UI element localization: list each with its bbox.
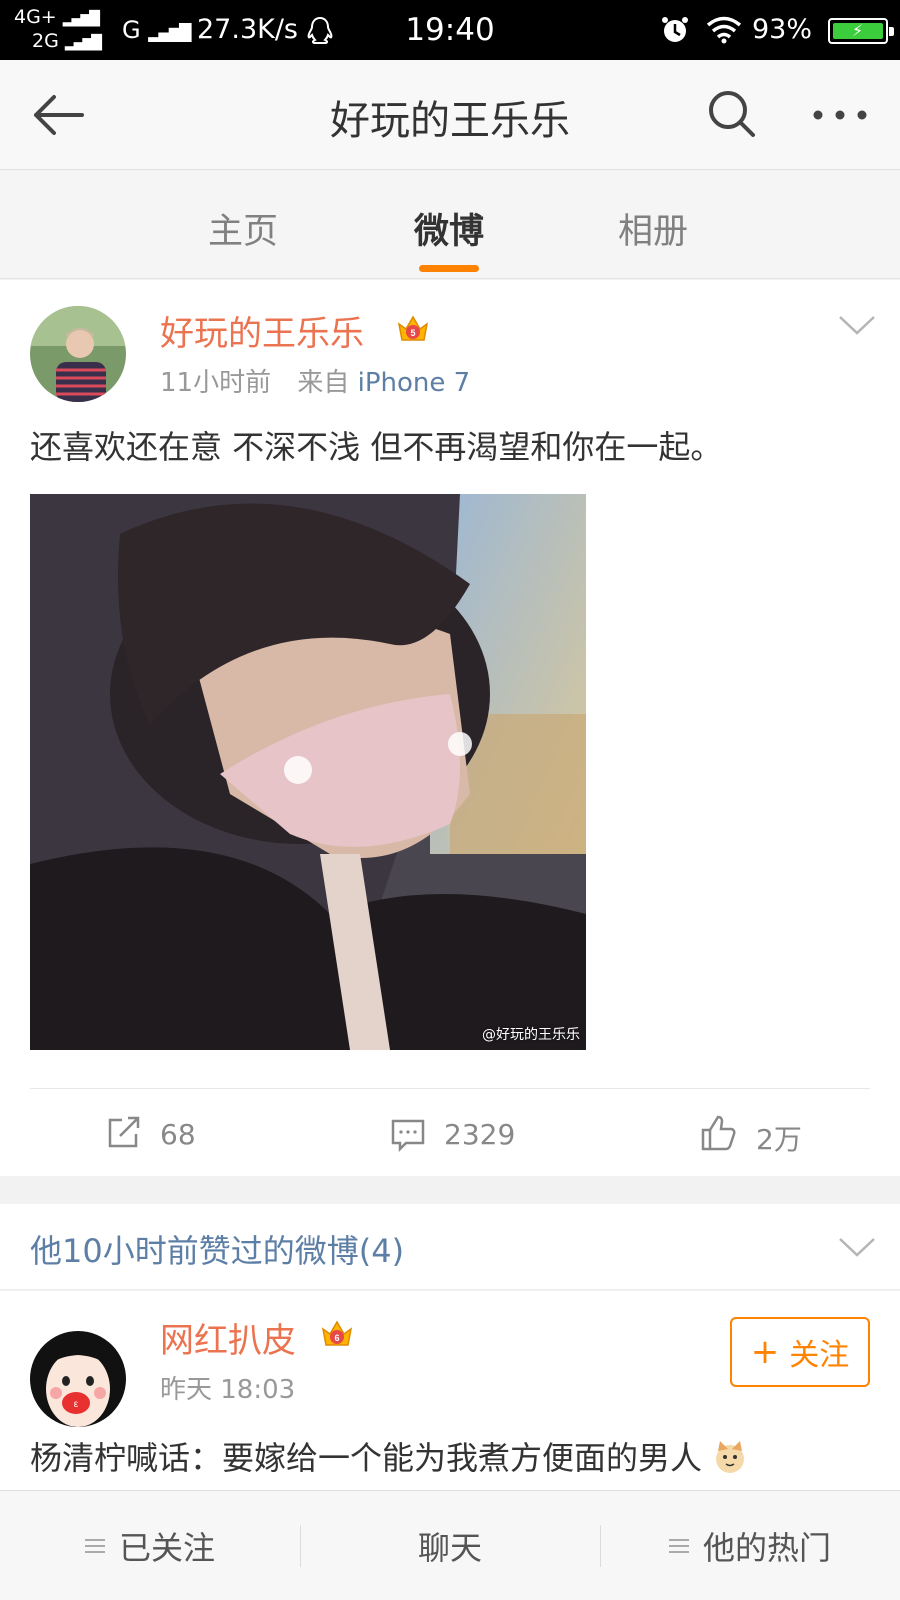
- menu-icon: [668, 1535, 689, 1557]
- post-username[interactable]: 好玩的王乐乐: [160, 306, 364, 355]
- hot-posts-button[interactable]: 他的热门: [600, 1491, 900, 1600]
- nav-bar: 好玩的王乐乐: [0, 60, 900, 170]
- liked-post-text: 杨清柠喊话：要嫁给一个能为我煮方便面的男人: [30, 1433, 748, 1479]
- more-icon[interactable]: [810, 100, 870, 130]
- image-watermark: @好玩的王乐乐: [482, 1027, 580, 1043]
- post-image[interactable]: @好玩的王乐乐: [30, 494, 586, 1050]
- liked-post-card: ε 网红扒皮 6 昨天 18:03 + 关注 杨清柠喊话：要嫁给一个能为我煮方便…: [0, 1291, 900, 1491]
- vip-crown-icon: 6: [321, 1320, 353, 1346]
- menu-icon: [84, 1535, 105, 1557]
- status-bar: 4G+ ▂▄▆█ 2G ▂▄▆█ G ▂▄▆█ 27.3K/s 19:40 93…: [0, 0, 900, 60]
- post-meta: 11小时前 来自 iPhone 7: [160, 362, 470, 399]
- svg-text:ε: ε: [74, 1399, 79, 1410]
- chevron-down-icon[interactable]: [838, 1236, 876, 1258]
- battery-percent: 93%: [752, 14, 813, 45]
- liked-post-time: 昨天 18:03: [160, 1375, 296, 1405]
- vip-crown-icon: 5: [397, 315, 429, 341]
- wifi-icon: [706, 16, 742, 44]
- page-title: 好玩的王乐乐: [330, 98, 570, 144]
- chat-button[interactable]: 聊天: [300, 1491, 600, 1600]
- divider: [30, 1088, 870, 1089]
- thumbs-up-icon: [701, 1115, 736, 1151]
- plus-icon: +: [750, 1332, 780, 1372]
- svg-text:6: 6: [334, 1333, 339, 1343]
- comment-count: 2329: [444, 1118, 516, 1151]
- avatar[interactable]: ε: [30, 1331, 126, 1427]
- profile-tabs: 主页 微博 相册: [0, 171, 900, 279]
- follow-button[interactable]: + 关注: [730, 1317, 870, 1387]
- follow-label: 关注: [789, 1338, 850, 1373]
- comment-icon: [391, 1119, 425, 1152]
- tab-weibo[interactable]: 微博: [414, 203, 484, 254]
- post-text: 还喜欢还在意 不深不浅 但不再渴望和你在一起。: [30, 428, 723, 466]
- bottom-action-bar: 已关注 聊天 他的热门: [0, 1490, 900, 1600]
- hot-posts-label: 他的热门: [702, 1529, 831, 1567]
- liked-post-username[interactable]: 网红扒皮: [160, 1313, 296, 1362]
- battery-icon: ⚡: [828, 18, 894, 44]
- alarm-icon: [662, 17, 688, 42]
- search-icon[interactable]: [706, 88, 758, 140]
- chevron-down-icon[interactable]: [838, 314, 876, 336]
- avatar[interactable]: [30, 306, 126, 402]
- post-source[interactable]: iPhone 7: [358, 368, 471, 398]
- like-count: 2万: [756, 1123, 802, 1156]
- post-card: 好玩的王乐乐 5 11小时前 来自 iPhone 7 还喜欢还在意 不深不浅 但…: [0, 280, 900, 1176]
- tab-home[interactable]: 主页: [208, 203, 278, 254]
- post-time: 11小时前: [160, 368, 272, 398]
- source-prefix: 来自: [297, 368, 350, 398]
- repost-icon: [108, 1116, 140, 1148]
- following-button[interactable]: 已关注: [0, 1491, 300, 1600]
- cat-emoji-icon: [716, 1441, 745, 1473]
- repost-count: 68: [160, 1118, 196, 1151]
- chat-label: 聊天: [417, 1529, 482, 1567]
- liked-posts-title[interactable]: 他10小时前赞过的微博(4): [30, 1226, 404, 1272]
- liked-posts-header[interactable]: 他10小时前赞过的微博(4): [0, 1204, 900, 1290]
- svg-text:5: 5: [410, 328, 415, 338]
- tab-active-indicator: [419, 265, 479, 272]
- tab-album[interactable]: 相册: [618, 203, 688, 254]
- following-label: 已关注: [118, 1529, 215, 1567]
